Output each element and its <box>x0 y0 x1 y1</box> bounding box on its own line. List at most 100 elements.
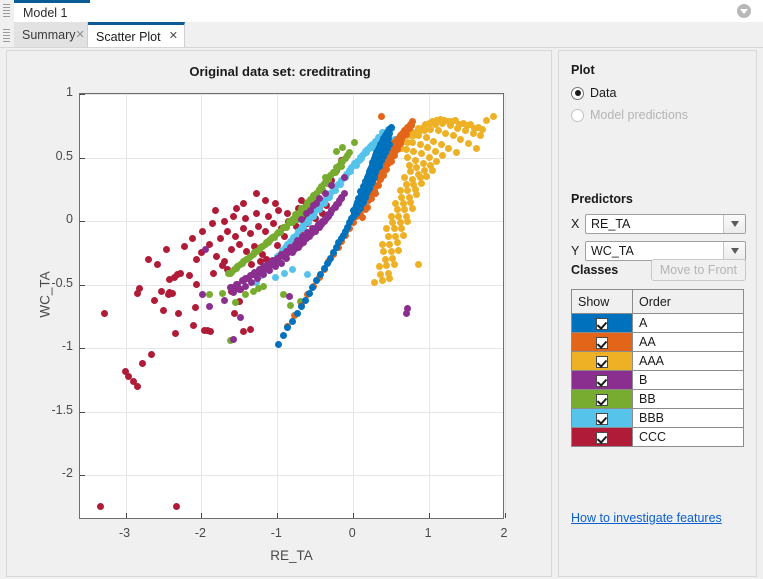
class-color-swatch-bbb[interactable] <box>571 408 633 428</box>
scatter-point-ccc <box>96 502 104 510</box>
classes-table-row[interactable]: A <box>571 313 744 333</box>
model-tab-bar: Model 1 <box>0 0 763 22</box>
class-color-swatch-ccc[interactable] <box>571 427 633 447</box>
class-color-swatch-bb[interactable] <box>571 389 633 409</box>
classes-table-row[interactable]: AAA <box>571 351 744 371</box>
y-tick-label: -0.5 <box>51 275 73 290</box>
y-tick <box>80 221 85 223</box>
x-tick-label: 2 <box>500 526 508 540</box>
scatter-point-aaa <box>424 143 432 151</box>
y-tick <box>80 348 85 350</box>
scatter-point-ccc <box>261 197 269 205</box>
scatter-point-bb <box>351 138 359 146</box>
class-show-checkbox[interactable] <box>596 355 608 368</box>
y-tick-label: -2 <box>61 466 73 481</box>
scatter-point-a <box>298 302 306 310</box>
scatter-point-aaa <box>434 127 442 135</box>
scatter-point-bb <box>264 239 272 247</box>
scatter-point-ccc <box>193 255 201 263</box>
classes-table-row[interactable]: BB <box>571 389 744 409</box>
close-icon[interactable]: ✕ <box>169 31 178 42</box>
grid-line-horizontal <box>80 284 503 286</box>
chevron-down-icon[interactable] <box>723 215 745 233</box>
plot-area[interactable] <box>79 93 506 519</box>
predictor-y-select[interactable]: WC_TA <box>585 241 746 261</box>
scatter-point-ccc <box>190 321 198 329</box>
predictor-x-select[interactable]: RE_TA <box>585 214 746 234</box>
radio-data-icon <box>571 86 584 100</box>
scatter-point-ccc <box>210 269 218 277</box>
model-tab[interactable]: Model 1 <box>14 0 90 22</box>
scatter-point-bbb <box>281 269 289 277</box>
class-show-checkbox[interactable] <box>596 374 608 387</box>
scatter-point-ccc <box>199 227 207 235</box>
class-show-checkbox[interactable] <box>596 393 608 406</box>
scatter-point-aa <box>377 113 385 121</box>
scatter-point-ccc <box>208 220 216 228</box>
class-show-checkbox[interactable] <box>596 336 608 349</box>
scatter-point-bb <box>287 301 295 309</box>
class-color-swatch-aa[interactable] <box>571 332 633 352</box>
scatter-point-aaa <box>490 113 498 121</box>
scatter-point-bbb <box>304 271 312 279</box>
drag-grip-icon[interactable] <box>3 4 10 18</box>
scatter-point-ccc <box>254 222 262 230</box>
scatter-point-bb <box>276 229 284 237</box>
scatter-point-bb <box>226 269 234 277</box>
scatter-point-bb <box>241 291 249 299</box>
scatter-point-ccc <box>240 199 248 207</box>
scatter-point-ccc <box>211 207 219 215</box>
close-icon[interactable]: ✕ <box>75 29 84 41</box>
scatter-point-ccc <box>153 260 161 268</box>
class-order-label: AA <box>632 332 744 352</box>
how-to-investigate-features-link[interactable]: How to investigate features <box>571 511 722 525</box>
classes-table-row[interactable]: AA <box>571 332 744 352</box>
scatter-point-aa <box>402 131 410 139</box>
document-drag-grip-icon[interactable] <box>3 29 10 42</box>
scatter-point-aaa <box>399 231 407 239</box>
scatter-point-b <box>199 291 207 299</box>
scatter-point-aaa <box>386 274 394 282</box>
scatter-point-aaa <box>411 156 419 164</box>
classes-table-row[interactable]: CCC <box>571 427 744 447</box>
scatter-point-b <box>241 274 249 282</box>
class-show-checkbox[interactable] <box>596 317 608 330</box>
predictor-y-label: Y <box>571 244 580 258</box>
tab-scatter-plot-label: Scatter Plot <box>96 29 161 44</box>
scatter-point-aaa <box>445 145 453 153</box>
class-color-swatch-b[interactable] <box>571 370 633 390</box>
class-show-checkbox[interactable] <box>596 412 608 425</box>
scatter-point-aaa <box>383 262 391 270</box>
tab-scatter-plot[interactable]: Scatter Plot ✕ <box>88 22 185 48</box>
tab-summary[interactable]: Summary ✕ <box>14 22 88 48</box>
radio-data[interactable]: Data <box>571 86 746 100</box>
scatter-point-bbb <box>272 273 280 281</box>
scatter-point-ccc <box>224 227 232 235</box>
y-tick-label: -1 <box>61 339 73 354</box>
scatter-point-ccc <box>216 235 224 243</box>
x-tick-label: 1 <box>424 526 432 540</box>
chevron-down-icon[interactable] <box>723 242 745 260</box>
scatter-point-aaa <box>465 140 473 148</box>
move-to-front-button[interactable]: Move to Front <box>650 259 746 281</box>
class-color-swatch-aaa[interactable] <box>571 351 633 371</box>
scatter-point-aaa <box>418 150 426 158</box>
scatter-point-bb <box>240 258 248 266</box>
radio-model-predictions[interactable]: Model predictions <box>571 108 746 122</box>
scatter-point-aaa <box>427 126 435 134</box>
document-tab-bar-filler <box>185 22 763 49</box>
class-show-checkbox[interactable] <box>596 431 608 444</box>
scatter-point-a <box>293 310 301 318</box>
scatter-point-bb <box>252 248 260 256</box>
tab-summary-label: Summary <box>22 28 76 42</box>
scatter-point-aaa <box>414 260 422 268</box>
scatter-point-bb <box>258 243 266 251</box>
scatter-point-aaa <box>395 246 403 254</box>
scatter-point-b <box>237 314 245 322</box>
scatter-point-aaa <box>482 117 490 125</box>
chevron-down-circle-icon[interactable] <box>737 4 751 18</box>
classes-table-row[interactable]: BBB <box>571 408 744 428</box>
classes-table-row[interactable]: B <box>571 370 744 390</box>
classes-table-header-row: Show Order <box>571 289 744 314</box>
class-color-swatch-a[interactable] <box>571 313 633 333</box>
